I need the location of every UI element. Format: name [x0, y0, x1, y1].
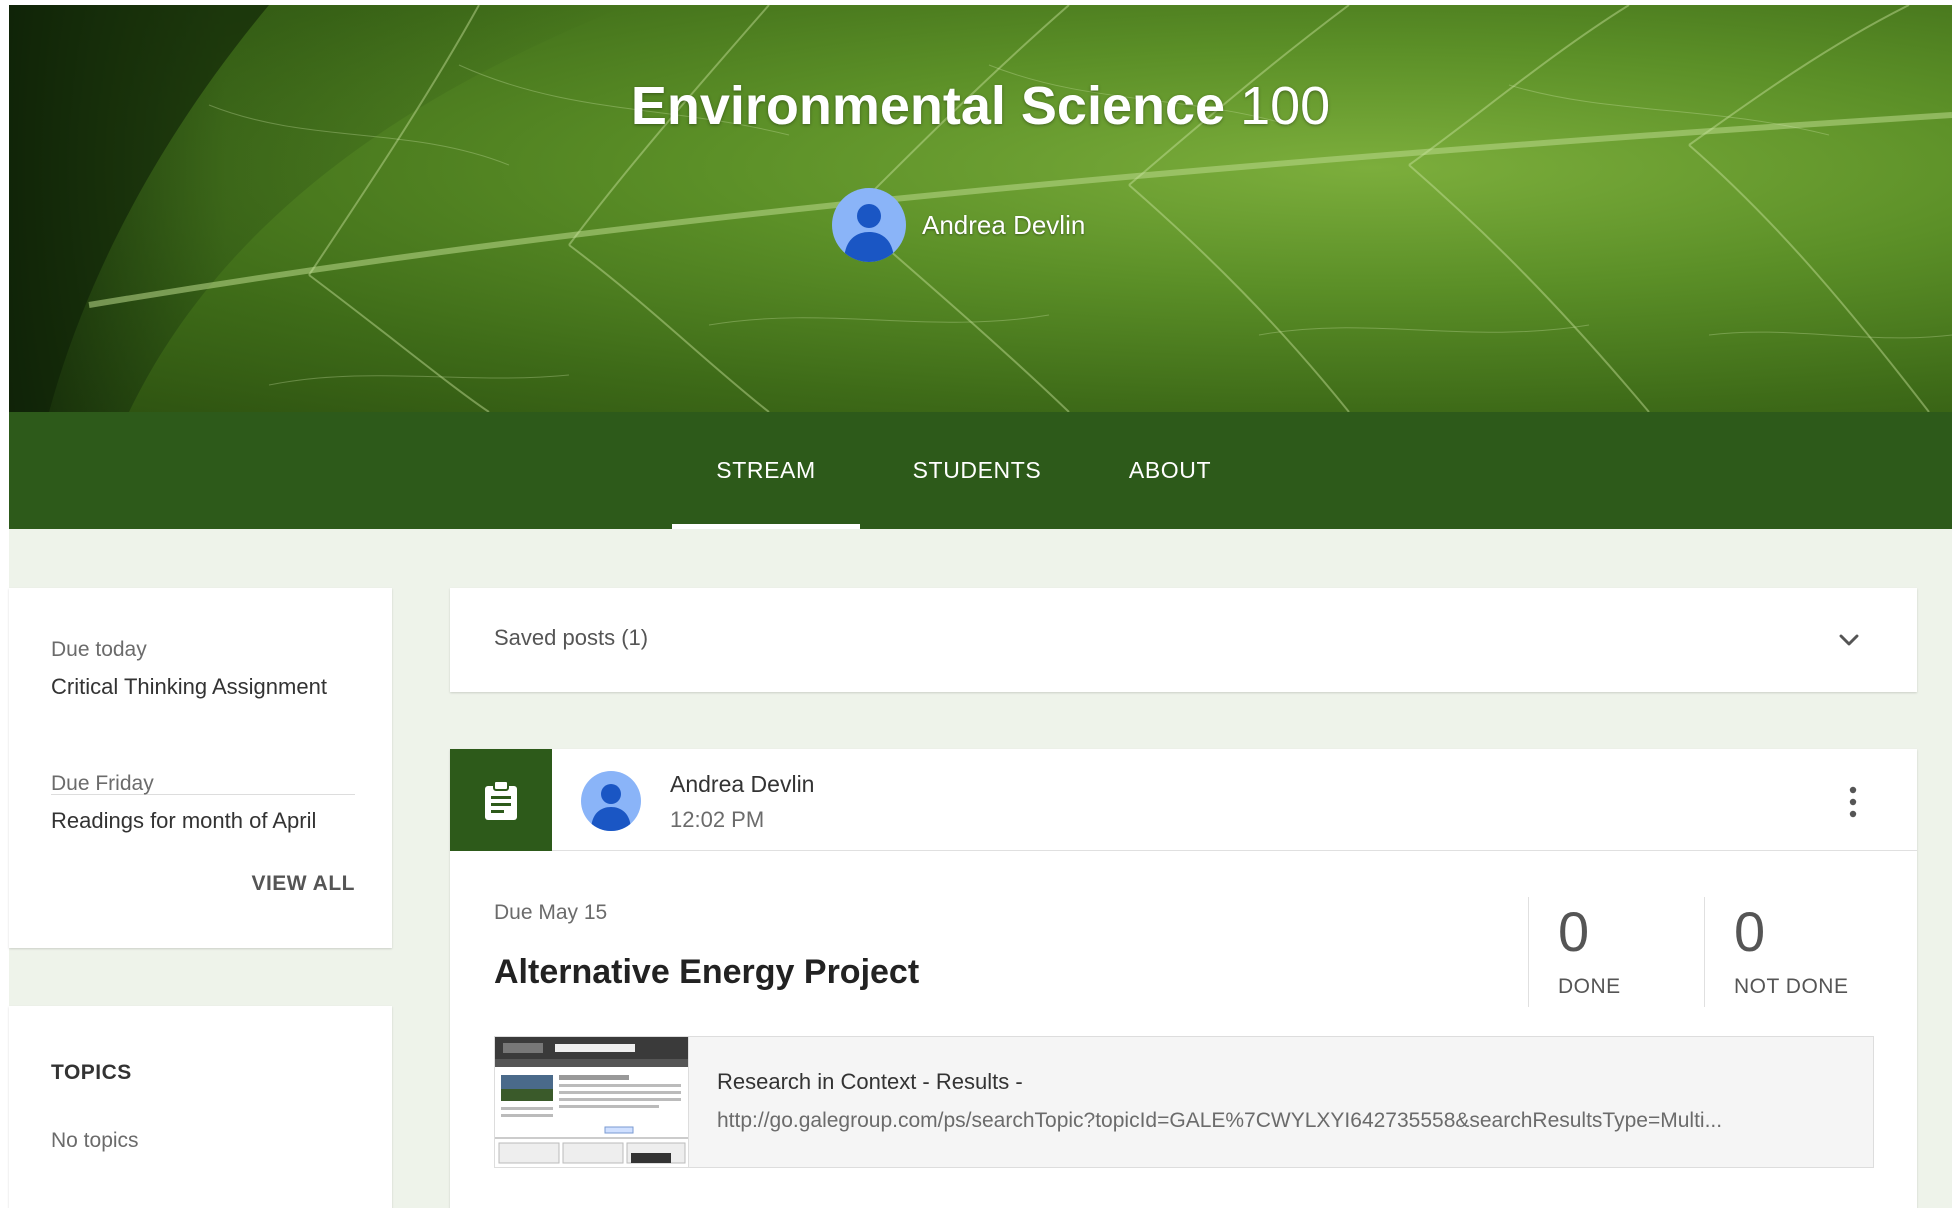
due-label: Due today: [51, 638, 147, 661]
not-done-label[interactable]: NOT DONE: [1734, 975, 1848, 999]
saved-posts-bar[interactable]: Saved posts (1): [450, 588, 1917, 692]
not-done-count: 0: [1734, 900, 1766, 963]
upcoming-card: Due today Critical Thinking Assignment D…: [9, 588, 392, 948]
course-title: Environmental Science 100: [9, 75, 1952, 137]
attachment-url: http://go.galegroup.com/ps/searchTopic?t…: [717, 1109, 1723, 1132]
teacher-info: Andrea Devlin: [832, 188, 1085, 262]
link-attachment[interactable]: Research in Context - Results - http://g…: [494, 1036, 1874, 1168]
saved-posts-label: Saved posts (1): [494, 625, 649, 650]
assignment-icon: [485, 780, 517, 820]
assignment-icon-block: [450, 749, 552, 851]
done-label[interactable]: DONE: [1558, 975, 1621, 999]
topics-empty-text: No topics: [51, 1129, 139, 1152]
person-avatar-icon: [832, 188, 906, 262]
tab-about[interactable]: ABOUT: [1090, 412, 1250, 529]
post-due-date: Due May 15: [494, 901, 608, 924]
topics-title: TOPICS: [51, 1061, 132, 1084]
stream-content: Due today Critical Thinking Assignment D…: [9, 529, 1952, 1208]
post-title[interactable]: Alternative Energy Project: [494, 953, 919, 992]
post-header: Andrea Devlin 12:02 PM: [450, 749, 1917, 851]
done-count: 0: [1558, 900, 1590, 963]
course-banner: Environmental Science 100 Andrea Devlin: [9, 5, 1952, 412]
teacher-name: Andrea Devlin: [922, 209, 1086, 240]
post-author: Andrea Devlin: [670, 771, 815, 797]
tab-stream[interactable]: STREAM: [672, 412, 860, 529]
course-name: Environmental Science: [630, 76, 1226, 136]
view-all-button[interactable]: VIEW ALL: [251, 872, 355, 896]
attachment-title: Research in Context - Results -: [717, 1069, 1023, 1094]
person-avatar-icon: [581, 771, 641, 831]
course-number: 100: [1240, 76, 1331, 136]
topics-card: [9, 1006, 392, 1208]
upcoming-item-critical-thinking[interactable]: Critical Thinking Assignment: [51, 674, 327, 700]
due-label: Due Friday: [51, 772, 154, 795]
upcoming-item-readings[interactable]: Readings for month of April: [51, 808, 316, 834]
more-vert-icon[interactable]: [1847, 785, 1859, 819]
stat-divider: [1704, 897, 1705, 1007]
post-time: 12:02 PM: [670, 807, 765, 832]
chevron-down-icon[interactable]: [1833, 624, 1865, 656]
tab-students[interactable]: STUDENTS: [884, 412, 1070, 529]
attachment-thumbnail: [495, 1037, 689, 1167]
stat-divider: [1528, 897, 1529, 1007]
assignment-post: Andrea Devlin 12:02 PM Due May 15 Altern…: [450, 749, 1917, 1208]
course-nav: STREAM STUDENTS ABOUT: [9, 412, 1952, 529]
